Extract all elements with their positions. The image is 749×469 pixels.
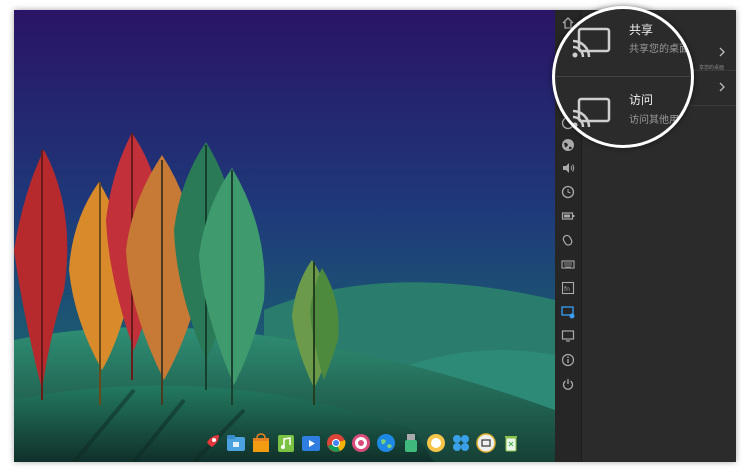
- desktop-wallpaper: [14, 10, 555, 462]
- dock: [200, 428, 522, 458]
- battery-icon[interactable]: [560, 208, 576, 224]
- video-player-icon[interactable]: [300, 432, 322, 454]
- magnifier-lens: 共享 共享您的桌面 访问 访问其他用户: [552, 6, 694, 148]
- share-title: 共享: [629, 23, 654, 37]
- visit-subtitle: 访问其他用户: [629, 115, 689, 126]
- magnified-share-row[interactable]: 共享 共享您的桌面: [555, 9, 691, 71]
- launcher-rocket-icon[interactable]: [200, 432, 222, 454]
- info-icon[interactable]: [560, 352, 576, 368]
- screenshot-icon[interactable]: [475, 432, 497, 454]
- browser-globe-icon[interactable]: [375, 432, 397, 454]
- chevron-right-icon: [719, 47, 725, 57]
- chrome-browser-icon[interactable]: [325, 432, 347, 454]
- app-store-icon[interactable]: [250, 432, 272, 454]
- share-tiny-subtitle: 享您的桌面: [699, 65, 725, 71]
- clock-icon[interactable]: [560, 184, 576, 200]
- mouse-icon[interactable]: [560, 232, 576, 248]
- deepin-icon[interactable]: [425, 432, 447, 454]
- power-icon[interactable]: [560, 376, 576, 392]
- share-subtitle: 共享您的桌面: [629, 44, 689, 55]
- keyboard-icon[interactable]: [560, 256, 576, 272]
- chevron-right-icon: [719, 82, 725, 92]
- monitor-icon[interactable]: [560, 328, 576, 344]
- trash-icon[interactable]: [500, 432, 522, 454]
- screen-cast-icon: [572, 97, 611, 128]
- file-manager-icon[interactable]: [225, 432, 247, 454]
- magnified-visit-row[interactable]: 访问 访问其他用户: [555, 77, 691, 139]
- sound-icon[interactable]: [560, 160, 576, 176]
- usb-drive-icon[interactable]: [400, 432, 422, 454]
- svg-text:fn: fn: [564, 286, 570, 293]
- network-icon[interactable]: [560, 137, 576, 153]
- music-player-icon[interactable]: [275, 432, 297, 454]
- fn-key-icon[interactable]: fn: [560, 280, 576, 296]
- settings-gear-icon[interactable]: [350, 432, 372, 454]
- visit-title: 访问: [629, 93, 654, 107]
- screen-cast-icon: [572, 27, 611, 58]
- apps-grid-icon[interactable]: [450, 432, 472, 454]
- display-settings-icon[interactable]: [560, 304, 576, 320]
